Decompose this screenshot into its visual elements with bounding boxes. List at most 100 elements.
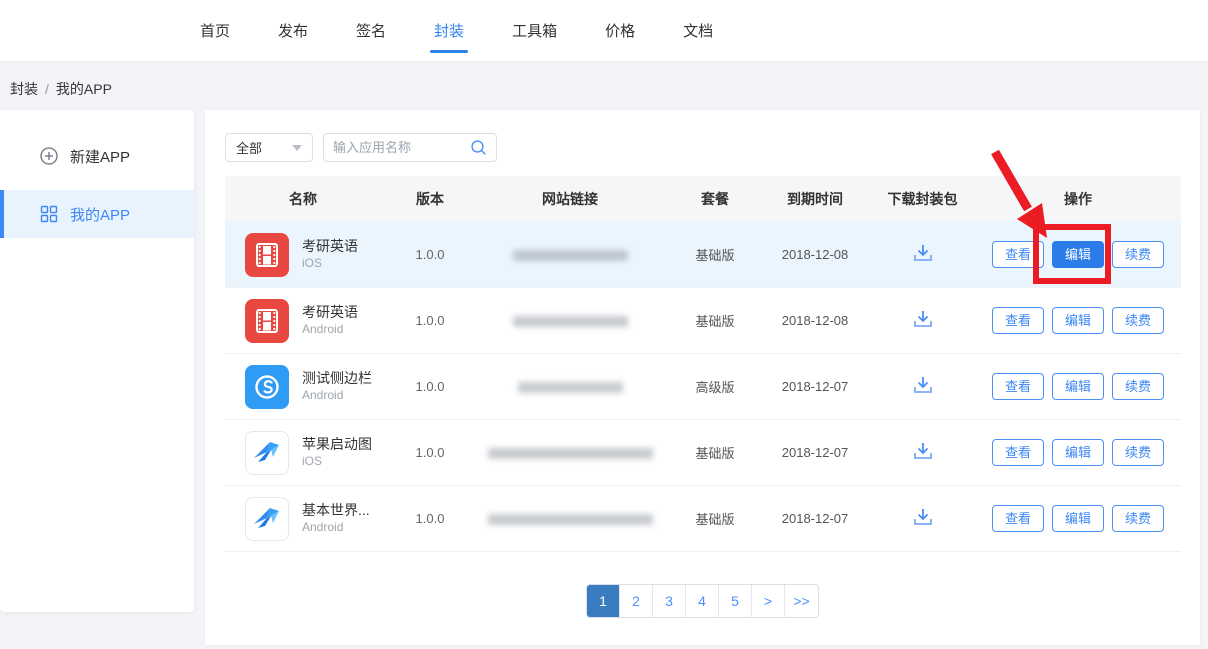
- toolbar: 全部: [225, 133, 1180, 162]
- nav-tab[interactable]: 文档: [683, 0, 713, 62]
- search-input[interactable]: [333, 140, 470, 155]
- nav-tab[interactable]: 封装: [434, 0, 464, 62]
- blurred-website-link: [513, 250, 628, 261]
- sidebar-item-label: 新建APP: [70, 146, 130, 167]
- column-header: 下载封装包: [870, 189, 975, 209]
- app-platform: Android: [302, 388, 372, 404]
- renew-button[interactable]: 续费: [1112, 505, 1164, 532]
- search-icon[interactable]: [470, 139, 487, 156]
- renew-button[interactable]: 续费: [1112, 439, 1164, 466]
- download-icon[interactable]: [912, 507, 934, 527]
- edit-button[interactable]: 编辑: [1052, 307, 1104, 334]
- actions-cell: 查看 编辑 续费: [975, 373, 1181, 400]
- expiry-date-cell: 2018-12-07: [760, 445, 870, 460]
- filter-dropdown[interactable]: 全部: [225, 133, 313, 162]
- page-button-2[interactable]: 2: [620, 585, 653, 617]
- nav-tab[interactable]: 首页: [200, 0, 230, 62]
- main-panel: 全部 名称版本网站链接套餐到期时间下载封装包操作 考研英语 iOS 1.0.0 …: [205, 110, 1200, 645]
- breadcrumb-section[interactable]: 封装: [10, 81, 38, 97]
- download-icon[interactable]: [912, 441, 934, 461]
- page-button-4[interactable]: 4: [686, 585, 719, 617]
- next-page-button[interactable]: >: [752, 585, 785, 617]
- expiry-date-cell: 2018-12-07: [760, 379, 870, 394]
- bird-blue-app-icon: [245, 497, 289, 541]
- view-button[interactable]: 查看: [992, 307, 1044, 334]
- sidebar-item-new-app[interactable]: 新建APP: [0, 132, 194, 180]
- website-link-cell: [470, 313, 670, 328]
- film-red-app-icon: [245, 233, 289, 277]
- app-name-cell: 测试侧边栏 Android: [225, 365, 390, 409]
- app-platform: Android: [302, 520, 370, 536]
- app-version: 1.0.0: [390, 445, 470, 460]
- bird-blue-app-icon: [245, 431, 289, 475]
- chevron-down-icon: [292, 145, 302, 151]
- edit-button[interactable]: 编辑: [1052, 439, 1104, 466]
- table-row: 基本世界... Android 1.0.0 基础版 2018-12-07 查看 …: [225, 486, 1181, 552]
- actions-cell: 查看 编辑 续费: [975, 241, 1181, 268]
- search-box: [323, 133, 497, 162]
- website-link-cell: [470, 379, 670, 394]
- nav-tab[interactable]: 发布: [278, 0, 308, 62]
- app-version: 1.0.0: [390, 313, 470, 328]
- sidebar: 新建APP 我的APP: [0, 110, 194, 612]
- edit-button[interactable]: 编辑: [1052, 505, 1104, 532]
- s-blue-app-icon: [245, 365, 289, 409]
- page-button-1[interactable]: 1: [587, 585, 620, 617]
- plan-cell: 基础版: [670, 245, 760, 264]
- column-header: 版本: [390, 189, 470, 209]
- edit-button[interactable]: 编辑: [1052, 241, 1104, 268]
- plus-circle-icon: [40, 147, 58, 165]
- actions-cell: 查看 编辑 续费: [975, 439, 1181, 466]
- renew-button[interactable]: 续费: [1112, 307, 1164, 334]
- edit-button[interactable]: 编辑: [1052, 373, 1104, 400]
- app-name-cell: 基本世界... Android: [225, 497, 390, 541]
- blurred-website-link: [488, 514, 653, 525]
- blurred-website-link: [518, 382, 623, 393]
- plan-cell: 基础版: [670, 509, 760, 528]
- top-navigation: 首页发布签名封装 工具箱 价格文档: [0, 0, 1208, 62]
- page-button-5[interactable]: 5: [719, 585, 752, 617]
- app-name-cell: 考研英语 iOS: [225, 233, 390, 277]
- view-button[interactable]: 查看: [992, 439, 1044, 466]
- plan-cell: 高级版: [670, 377, 760, 396]
- app-name: 测试侧边栏: [302, 369, 372, 388]
- app-version: 1.0.0: [390, 511, 470, 526]
- column-header: 名称: [225, 189, 390, 209]
- nav-tab[interactable]: 价格: [605, 0, 635, 62]
- download-cell: [870, 507, 975, 530]
- actions-cell: 查看 编辑 续费: [975, 307, 1181, 334]
- blurred-website-link: [488, 448, 653, 459]
- actions-cell: 查看 编辑 续费: [975, 505, 1181, 532]
- app-name: 苹果启动图: [302, 435, 372, 454]
- table-header-row: 名称版本网站链接套餐到期时间下载封装包操作: [225, 176, 1181, 222]
- sidebar-item-my-app[interactable]: 我的APP: [0, 190, 194, 238]
- sidebar-item-label: 我的APP: [70, 204, 130, 225]
- column-header: 操作: [975, 189, 1181, 209]
- app-name: 考研英语: [302, 237, 358, 256]
- view-button[interactable]: 查看: [992, 373, 1044, 400]
- view-button[interactable]: 查看: [992, 505, 1044, 532]
- download-icon[interactable]: [912, 309, 934, 329]
- app-platform: iOS: [302, 454, 372, 470]
- app-table: 名称版本网站链接套餐到期时间下载封装包操作 考研英语 iOS 1.0.0 基础版…: [225, 176, 1181, 552]
- expiry-date-cell: 2018-12-08: [760, 247, 870, 262]
- renew-button[interactable]: 续费: [1112, 241, 1164, 268]
- pagination: 12345>>>: [586, 584, 819, 618]
- renew-button[interactable]: 续费: [1112, 373, 1164, 400]
- app-version: 1.0.0: [390, 247, 470, 262]
- grid-icon: [40, 205, 58, 223]
- view-button[interactable]: 查看: [992, 241, 1044, 268]
- table-row: 考研英语 iOS 1.0.0 基础版 2018-12-08 查看 编辑 续费: [225, 222, 1181, 288]
- breadcrumb-separator: /: [45, 81, 49, 97]
- nav-tab[interactable]: 签名: [356, 0, 386, 62]
- app-platform: iOS: [302, 256, 358, 272]
- filter-dropdown-value: 全部: [236, 138, 262, 157]
- download-icon[interactable]: [912, 243, 934, 263]
- page-button-3[interactable]: 3: [653, 585, 686, 617]
- download-icon[interactable]: [912, 375, 934, 395]
- table-row: 测试侧边栏 Android 1.0.0 高级版 2018-12-07 查看 编辑…: [225, 354, 1181, 420]
- blurred-website-link: [513, 316, 628, 327]
- plan-cell: 基础版: [670, 443, 760, 462]
- nav-tab[interactable]: 工具箱: [512, 0, 557, 62]
- last-page-button[interactable]: >>: [785, 585, 818, 617]
